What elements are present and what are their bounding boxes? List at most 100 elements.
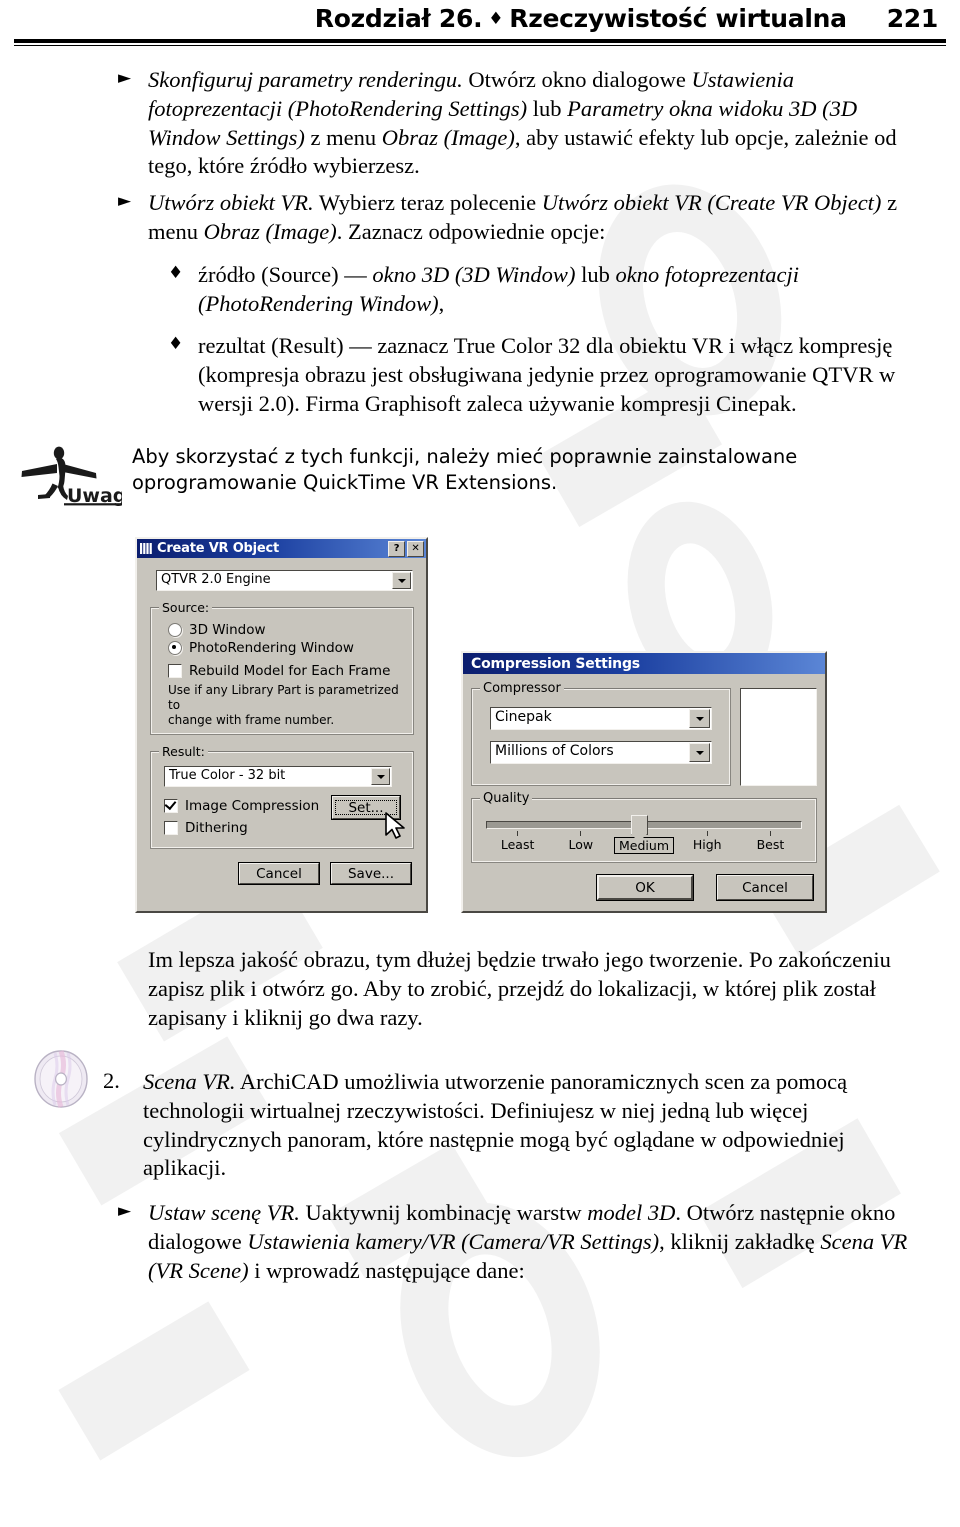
quality-tick[interactable]: Least <box>486 831 549 854</box>
sub-list-item: ♦ rezultat (Result) — zaznacz True Color… <box>0 332 960 418</box>
list-item-text: Ustaw scenę VR. Uaktywnij kombinację war… <box>148 1199 960 1285</box>
quality-tick[interactable]: Best <box>739 831 802 854</box>
dialog-titlebar[interactable]: Compression Settings <box>463 653 825 674</box>
ok-button[interactable]: OK <box>596 874 694 901</box>
quality-slider-thumb[interactable] <box>631 815 649 842</box>
checkbox-rebuild-model[interactable]: Rebuild Model for Each Frame <box>160 663 404 679</box>
cancel-button-label: Cancel <box>742 879 788 896</box>
radio-photorendering-label: PhotoRendering Window <box>189 640 354 656</box>
body-text: Otwórz okno dialogowe <box>462 67 692 92</box>
emphasis-text: Utwórz obiekt VR (Create VR Object) <box>541 190 882 216</box>
body-text: Wybierz teraz polecenie <box>313 190 542 216</box>
chevron-down-icon[interactable] <box>392 572 411 589</box>
triangle-bullet-icon: ► <box>118 191 132 212</box>
page-number: 221 <box>886 4 939 33</box>
engine-combobox-value: QTVR 2.0 Engine <box>161 572 271 587</box>
quality-slider-track[interactable] <box>486 815 802 842</box>
emphasis-text: Obraz (Image) <box>203 218 337 244</box>
body-text: źródło (Source) — <box>198 261 373 287</box>
chevron-down-icon[interactable] <box>689 743 710 762</box>
sub-list-item-text: rezultat (Result) — zaznacz True Color 3… <box>198 333 896 416</box>
cancel-button[interactable]: Cancel <box>238 862 320 885</box>
dialog-title: Compression Settings <box>471 655 640 672</box>
chevron-down-icon[interactable] <box>689 709 710 728</box>
radio-3d-window[interactable]: 3D Window <box>160 622 404 638</box>
dialog-titlebar[interactable]: Create VR Object ? ✕ <box>137 539 426 558</box>
sub-list-item: ♦ źródło (Source) — okno 3D (3D Window) … <box>0 261 960 319</box>
dialog-button-row: OK Cancel <box>471 874 817 901</box>
numbered-item-text: Scena VR. ArchiCAD umożliwia utworzenie … <box>143 1068 960 1183</box>
uwaga-figure-icon: Uwaga <box>21 446 122 506</box>
lower-content: 2. Scena VR. ArchiCAD umożliwia utworzen… <box>0 1046 960 1286</box>
checkbox-dithering-label: Dithering <box>185 820 248 836</box>
dialog-title: Create VR Object <box>157 541 280 556</box>
radio-icon-selected[interactable] <box>168 641 182 655</box>
list-item-text: Utwórz obiekt VR. Wybierz teraz poleceni… <box>148 189 960 247</box>
rebuild-hint-line1: Use if any Library Part is parametrized … <box>168 683 399 712</box>
chevron-down-icon[interactable] <box>371 768 390 785</box>
page-header: Rozdział 26. ♦ Rzeczywistość wirtualna 2… <box>0 0 960 46</box>
emphasis-text: Ustaw scenę VR. <box>148 1200 300 1226</box>
compressor-combobox-value: Cinepak <box>495 709 552 725</box>
emphasis-text: Ustawienia kamery/VR (Camera/VR Settings… <box>247 1228 660 1254</box>
quality-tick[interactable]: Low <box>549 831 612 854</box>
compressor-group-label: Compressor <box>480 681 564 696</box>
close-icon[interactable]: ✕ <box>407 540 424 557</box>
body-text: lub <box>575 261 616 287</box>
source-groupbox: Source: 3D Window PhotoRendering Window … <box>150 600 414 735</box>
body-text: lub <box>527 95 568 121</box>
compression-settings-dialog[interactable]: Compression Settings Compressor Cinepak … <box>461 651 827 913</box>
help-button[interactable]: ? <box>388 540 405 557</box>
cancel-button-label: Cancel <box>256 865 302 882</box>
tick-mark-icon <box>706 831 708 836</box>
quality-groupbox: Quality Least Low Medium High Best <box>471 791 817 863</box>
radio-photorendering-window[interactable]: PhotoRendering Window <box>160 640 404 656</box>
result-combobox-value: True Color - 32 bit <box>169 768 286 783</box>
depth-combobox[interactable]: Millions of Colors <box>490 741 712 764</box>
body-text: , <box>438 290 445 316</box>
diamond-bullet-icon: ♦ <box>168 334 184 355</box>
quality-tick-label: Least <box>500 837 535 852</box>
checkbox-icon[interactable] <box>164 821 178 835</box>
header-rule-thick <box>14 39 946 43</box>
dialog-button-row: Cancel Save... <box>146 862 412 885</box>
triangle-bullet-icon: ► <box>118 68 132 88</box>
triangle-bullet-icon: ► <box>118 1201 132 1222</box>
save-button-label: Save... <box>347 865 394 882</box>
header-chapter: Rozdział 26. <box>314 4 483 33</box>
radio-icon[interactable] <box>168 623 182 637</box>
checkbox-dithering[interactable]: Dithering <box>160 820 332 836</box>
tick-mark-icon <box>769 831 771 836</box>
rebuild-hint-line2: change with frame number. <box>168 713 335 727</box>
tick-mark-icon <box>517 831 519 836</box>
checkbox-image-compression-label: Image Compression <box>185 798 320 814</box>
note-block: Uwaga Aby skorzystać z tych funkcji, nal… <box>0 440 960 506</box>
list-number: 2. <box>103 1068 120 1093</box>
body-text: Uaktywnij kombinację warstw <box>299 1200 588 1226</box>
save-button[interactable]: Save... <box>330 862 412 885</box>
cancel-button[interactable]: Cancel <box>716 874 814 901</box>
compressor-groupbox: Compressor Cinepak Millions of Colors <box>471 681 731 786</box>
checkbox-icon-checked[interactable] <box>164 799 178 813</box>
checkbox-rebuild-label: Rebuild Model for Each Frame <box>189 663 391 679</box>
emphasis-text: Scena VR. <box>143 1069 236 1094</box>
list-item: ► Ustaw scenę VR. Uaktywnij kombinację w… <box>0 1199 960 1285</box>
window-menu-icon[interactable] <box>140 543 153 554</box>
result-group-label: Result: <box>159 744 208 759</box>
checkbox-icon[interactable] <box>168 664 182 678</box>
page-content: ► Skonfiguruj parametry renderingu. Otwó… <box>0 58 960 419</box>
checkbox-image-compression[interactable]: Image Compression <box>160 798 332 814</box>
create-vr-object-dialog[interactable]: Create VR Object ? ✕ QTVR 2.0 Engine Sou… <box>135 537 428 913</box>
mouse-cursor-icon <box>385 812 405 839</box>
quality-tick[interactable]: High <box>676 831 739 854</box>
engine-combobox[interactable]: QTVR 2.0 Engine <box>156 570 413 591</box>
uwaga-icon-wrap: Uwaga <box>0 440 132 506</box>
source-group-label: Source: <box>159 600 213 615</box>
compressor-combobox[interactable]: Cinepak <box>490 707 712 730</box>
emphasis-text: model 3D <box>587 1200 676 1226</box>
quality-tick-label: Low <box>568 837 594 852</box>
body-text: ArchiCAD umożliwia utworzenie panoramicz… <box>143 1069 848 1181</box>
header-rule-thin <box>14 45 946 46</box>
result-groupbox: Result: True Color - 32 bit Image Compre… <box>150 744 414 849</box>
result-combobox[interactable]: True Color - 32 bit <box>164 766 392 787</box>
